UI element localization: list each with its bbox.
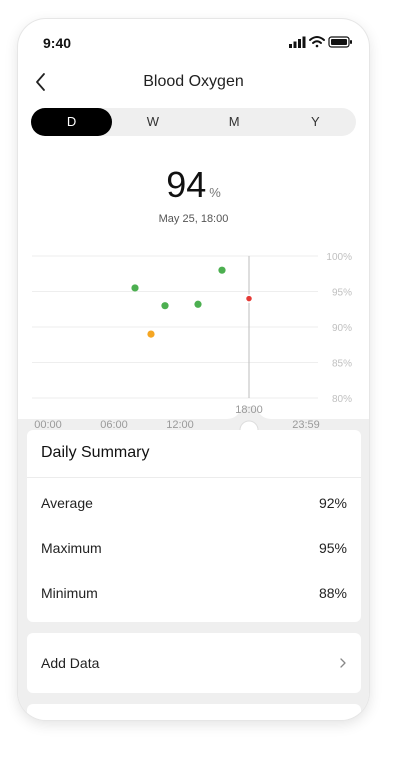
add-data-label: Add Data — [41, 655, 100, 671]
tab-day[interactable]: D — [31, 108, 113, 136]
y-axis-ticks: 100% 95% 90% 85% 80% — [326, 252, 352, 405]
summary-row-label: Maximum — [41, 540, 102, 556]
y-tick-label: 85% — [332, 359, 352, 370]
next-card — [27, 704, 361, 720]
current-reading: 94% — [18, 164, 369, 206]
tab-year[interactable]: Y — [275, 108, 356, 136]
period-tabs: D W M Y — [31, 108, 356, 136]
summary-row-label: Average — [41, 495, 93, 511]
spo2-chart[interactable]: 100%95%90%85%80% 18:00 00:00 06:00 12:00 23… — [18, 224, 369, 439]
tab-month[interactable]: M — [194, 108, 275, 136]
wifi-icon — [309, 36, 325, 48]
page-title: Blood Oxygen — [143, 73, 244, 90]
summary-divider — [27, 477, 361, 478]
nav-bar: Blood Oxygen — [18, 63, 369, 103]
chart-point — [131, 284, 139, 292]
chart-point — [218, 266, 226, 274]
summary-row-value: 88% — [318, 585, 347, 601]
y-tick-label: 100% — [326, 252, 352, 263]
cursor-time-label: 18:00 — [235, 404, 263, 416]
status-time: 9:40 — [43, 35, 72, 51]
reading-value: 94 — [166, 164, 207, 205]
status-icons — [289, 36, 352, 48]
y-tick-label: 80% — [332, 394, 352, 405]
signal-icon — [289, 36, 306, 48]
y-tick-label: 90% — [332, 323, 352, 334]
summary-row-value: 95% — [318, 540, 347, 556]
battery-icon — [328, 36, 352, 48]
daily-summary-card: Daily Summary Average 92% Maximum 95% Mi… — [27, 430, 361, 622]
chart-point — [244, 294, 254, 303]
summary-row-value: 92% — [318, 495, 347, 511]
y-tick-label: 95% — [332, 288, 352, 299]
chart-point — [161, 302, 169, 310]
tab-week[interactable]: W — [112, 108, 193, 136]
status-bar: 9:40 — [18, 19, 369, 63]
chart-grid — [32, 255, 318, 399]
chevron-right-icon — [340, 658, 346, 668]
summary-row-label: Minimum — [41, 585, 98, 601]
chart-point — [147, 330, 155, 338]
chart-point — [194, 300, 202, 308]
phone-screen: 9:40 Blood Oxygen D W M Y 94 % May 25, 1… — [18, 19, 369, 720]
summary-title: Daily Summary — [41, 444, 150, 461]
reading-unit: % — [209, 185, 221, 200]
add-data-button[interactable]: Add Data — [27, 633, 361, 693]
